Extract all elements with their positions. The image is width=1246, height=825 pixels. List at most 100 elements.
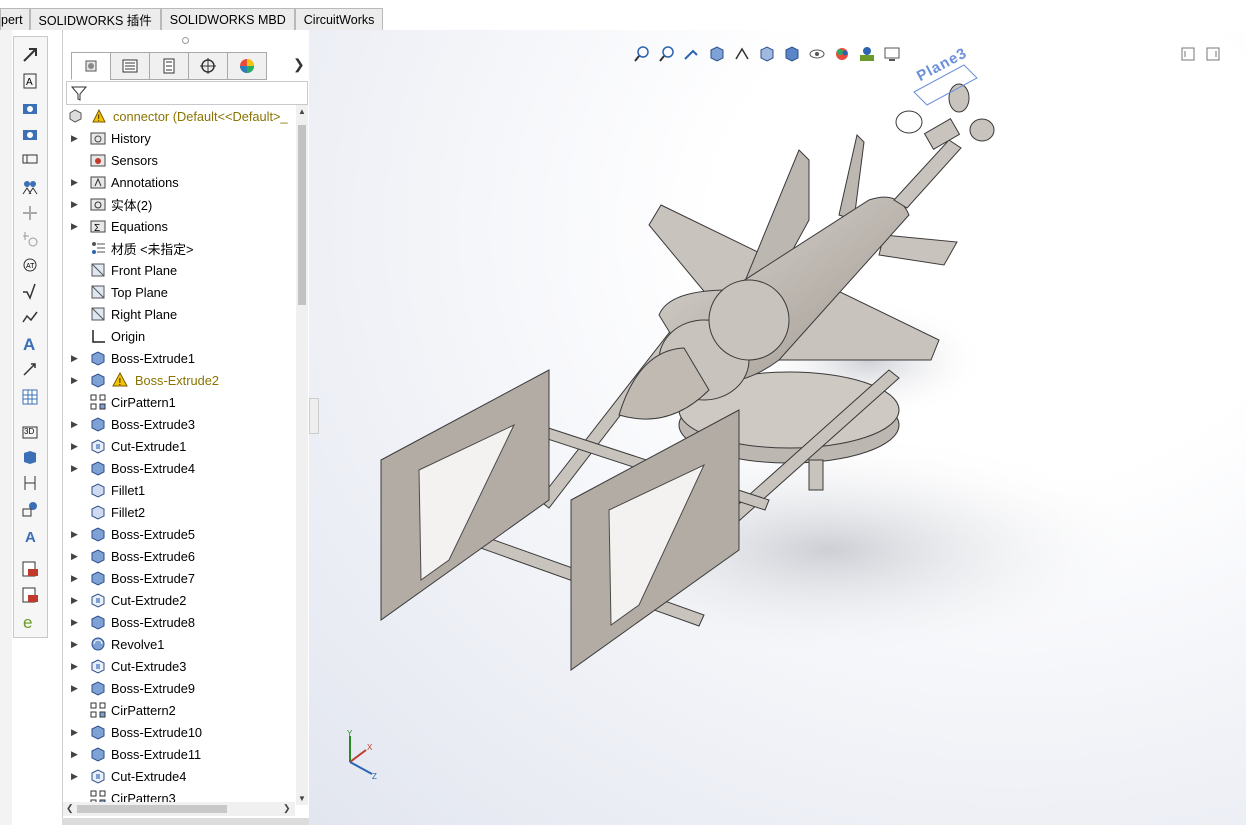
spell-checker-icon[interactable] xyxy=(20,123,40,143)
expand-arrow-icon[interactable]: ▶ xyxy=(71,749,78,760)
tree-item-cut-extrude2[interactable]: ▶ Cut-Extrude2 xyxy=(63,589,295,611)
configurationmanager-icon[interactable] xyxy=(149,52,189,80)
chevron-up-icon[interactable]: ▲ xyxy=(298,107,306,116)
tab-solidworks-mbd[interactable]: SOLIDWORKS MBD xyxy=(160,8,295,30)
featuremanager-panel: ❯ ! connector (Default<<Default>_ ▶ Histo… xyxy=(62,30,310,825)
tree-item-history[interactable]: ▶ History xyxy=(63,127,295,149)
smart-dimension-icon[interactable]: A xyxy=(20,71,40,91)
tree-item-sensors[interactable]: Sensors xyxy=(63,149,295,171)
table-icon[interactable] xyxy=(20,387,40,407)
tab-circuitworks[interactable]: CircuitWorks xyxy=(294,8,384,30)
plane-icon xyxy=(89,283,107,301)
tree-item-2[interactable]: ▶ 实体(2) xyxy=(63,193,295,215)
expand-arrow-icon[interactable]: ▶ xyxy=(71,551,78,562)
expand-arrow-icon[interactable]: ▶ xyxy=(71,573,78,584)
linear-pattern-icon[interactable] xyxy=(20,203,40,223)
expand-arrow-icon[interactable]: ▶ xyxy=(71,375,78,386)
tree-item-cut-extrude1[interactable]: ▶ Cut-Extrude1 xyxy=(63,435,295,457)
tree-item-revolve1[interactable]: ▶ Revolve1 xyxy=(63,633,295,655)
tree-item-right-plane[interactable]: Right Plane xyxy=(63,303,295,325)
tree-item-cirpattern2[interactable]: CirPattern2 xyxy=(63,699,295,721)
auto-balloon-icon[interactable]: AT xyxy=(20,255,40,275)
tab-solidworks-addins[interactable]: SOLIDWORKS 插件 xyxy=(29,8,161,30)
publish-edrawings-icon[interactable]: e xyxy=(20,611,40,631)
tree-item-boss-extrude11[interactable]: ▶ Boss-Extrude11 xyxy=(63,743,295,765)
tree-root-part[interactable]: ! connector (Default<<Default>_ xyxy=(63,105,295,127)
tree-item-cut-extrude3[interactable]: ▶ Cut-Extrude3 xyxy=(63,655,295,677)
tree-item-origin[interactable]: Origin xyxy=(63,325,295,347)
tree-item-boss-extrude3[interactable]: ▶ Boss-Extrude3 xyxy=(63,413,295,435)
dimxpert-icon[interactable] xyxy=(188,52,228,80)
tree-vertical-scrollbar[interactable]: ▲ ▼ xyxy=(296,105,308,805)
expand-arrow-icon[interactable]: ▶ xyxy=(71,353,78,364)
tree-item-cut-extrude4[interactable]: ▶ Cut-Extrude4 xyxy=(63,765,295,787)
tree-item-top-plane[interactable]: Top Plane xyxy=(63,281,295,303)
expand-arrow-icon[interactable]: ▶ xyxy=(71,177,78,188)
expand-arrow-icon[interactable]: ▶ xyxy=(71,771,78,782)
chevron-right-icon[interactable]: ❯ xyxy=(293,56,305,73)
tree-item-boss-extrude10[interactable]: ▶ Boss-Extrude10 xyxy=(63,721,295,743)
featuremanager-icon[interactable] xyxy=(71,52,111,80)
expand-arrow-icon[interactable]: ▶ xyxy=(71,661,78,672)
geometric-tolerance-icon[interactable] xyxy=(20,359,40,379)
edit-appearance-icon[interactable]: A xyxy=(20,525,40,545)
publish-3d-pdf-icon[interactable] xyxy=(20,585,40,605)
tree-item-boss-extrude6[interactable]: ▶ Boss-Extrude6 xyxy=(63,545,295,567)
expand-arrow-icon[interactable]: ▶ xyxy=(71,727,78,738)
revision-symbol-icon[interactable] xyxy=(20,473,40,493)
model-items-icon[interactable] xyxy=(20,97,40,117)
tree-item-boss-extrude1[interactable]: ▶ Boss-Extrude1 xyxy=(63,347,295,369)
tree-horizontal-scrollbar[interactable]: ❮ ❯ xyxy=(63,802,295,816)
expand-arrow-icon[interactable]: ▶ xyxy=(71,683,78,694)
tree-item-front-plane[interactable]: Front Plane xyxy=(63,259,295,281)
tree-item-boss-extrude7[interactable]: ▶ Boss-Extrude7 xyxy=(63,567,295,589)
chevron-right-icon[interactable]: ❯ xyxy=(283,803,291,814)
tree-item-boss-extrude8[interactable]: ▶ Boss-Extrude8 xyxy=(63,611,295,633)
tree-item-fillet2[interactable]: Fillet2 xyxy=(63,501,295,523)
expand-arrow-icon[interactable]: ▶ xyxy=(71,639,78,650)
tree-item-fillet1[interactable]: Fillet1 xyxy=(63,479,295,501)
3d-view-icon[interactable]: 3D xyxy=(20,421,40,441)
plane-icon xyxy=(89,305,107,323)
weld-symbol-icon[interactable]: A xyxy=(20,333,40,353)
expand-arrow-icon[interactable]: ▶ xyxy=(71,199,78,210)
sketch-icon[interactable] xyxy=(20,45,40,65)
panel-grip[interactable] xyxy=(182,37,189,44)
expand-arrow-icon[interactable]: ▶ xyxy=(71,419,78,430)
tree-item-boss-extrude4[interactable]: ▶ Boss-Extrude4 xyxy=(63,457,295,479)
balloon-icon[interactable] xyxy=(20,229,40,249)
feature-filter[interactable] xyxy=(66,81,308,105)
tree-item-boss-extrude5[interactable]: ▶ Boss-Extrude5 xyxy=(63,523,295,545)
tree-item-equations[interactable]: ▶ Σ Equations xyxy=(63,215,295,237)
solid-bodies-folder-icon xyxy=(89,195,107,213)
chevron-down-icon[interactable]: ▼ xyxy=(298,794,306,803)
expand-arrow-icon[interactable]: ▶ xyxy=(71,463,78,474)
expand-arrow-icon[interactable]: ▶ xyxy=(71,221,78,232)
expand-arrow-icon[interactable]: ▶ xyxy=(71,133,78,144)
model-render[interactable] xyxy=(309,30,1246,825)
expand-arrow-icon[interactable]: ▶ xyxy=(71,529,78,540)
display-manager-icon[interactable] xyxy=(227,52,267,80)
tree-hscroll-thumb[interactable] xyxy=(77,805,227,813)
note-icon[interactable] xyxy=(20,177,40,197)
datum-feature-icon[interactable] xyxy=(20,499,40,519)
chevron-left-icon[interactable]: ❮ xyxy=(66,803,74,814)
expand-arrow-icon[interactable]: ▶ xyxy=(71,617,78,628)
graphics-area[interactable]: Plane3 Y X Z xyxy=(309,30,1246,825)
hole-callout-icon[interactable] xyxy=(20,447,40,467)
tab-export[interactable]: pert xyxy=(0,8,30,30)
fillet-icon xyxy=(89,503,107,521)
tree-scroll-thumb[interactable] xyxy=(298,125,306,305)
surface-finish-icon[interactable] xyxy=(20,307,40,327)
tree-item-boss-extrude9[interactable]: ▶ Boss-Extrude9 xyxy=(63,677,295,699)
expand-arrow-icon[interactable]: ▶ xyxy=(71,441,78,452)
expand-arrow-icon[interactable]: ▶ xyxy=(71,595,78,606)
tree-item-boss-extrude2[interactable]: ▶! Boss-Extrude2 xyxy=(63,369,295,391)
tree-item-cirpattern1[interactable]: CirPattern1 xyxy=(63,391,295,413)
tree-item-annotations[interactable]: ▶ Annotations xyxy=(63,171,295,193)
format-painter-icon[interactable] xyxy=(20,149,40,169)
magnetic-line-icon[interactable] xyxy=(20,281,40,301)
tree-item-[interactable]: 材质 <未指定> xyxy=(63,237,295,259)
propertymanager-icon[interactable] xyxy=(110,52,150,80)
publish-pdf-icon[interactable] xyxy=(20,559,40,579)
